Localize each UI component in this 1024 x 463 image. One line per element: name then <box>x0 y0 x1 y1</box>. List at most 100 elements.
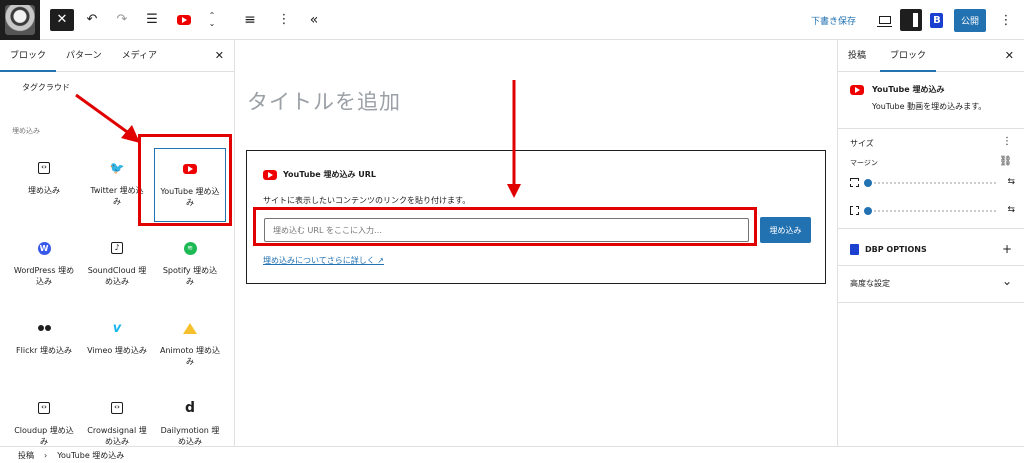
laptop-icon <box>876 16 892 27</box>
settings-tabs: 投稿 ブロック ✕ <box>838 40 1024 72</box>
spotify-icon: ≋ <box>183 241 197 255</box>
toolbar-right: 下書き保存 B 公開 ⋮ <box>811 0 1024 40</box>
move-block-button[interactable]: ⌃ ⌄ <box>200 6 224 34</box>
block-card-description: YouTube 動画を埋め込みます。 <box>872 102 987 111</box>
divider <box>838 128 1024 129</box>
block-item-animoto[interactable]: Animoto 埋め込み <box>154 308 226 382</box>
block-item-label: Vimeo 埋め込み <box>87 346 147 355</box>
close-icon[interactable]: ✕ <box>215 49 224 62</box>
highlight-url-input <box>253 207 757 246</box>
block-item-label: WordPress 埋め込み <box>13 266 75 286</box>
block-item-soundcloud[interactable]: ♪ SoundCloud 埋め込み <box>81 228 153 302</box>
block-type-button[interactable] <box>172 6 196 34</box>
dbp-expand-icon[interactable]: + <box>1002 242 1012 256</box>
sidebar-icon <box>899 9 922 31</box>
embed-button[interactable]: 埋め込み <box>760 217 811 243</box>
undo-button[interactable]: ↶ <box>80 6 104 34</box>
top-toolbar: ✕ ↶ ↷ ☰ ⌃ ⌄ ≡ ⋮ « 下書き保存 B 公開 ⋮ <box>0 0 1024 40</box>
cloudup-icon: ‹› <box>38 402 50 414</box>
highlight-youtube-block <box>138 134 232 226</box>
dbp-options-title: DBP OPTIONS <box>865 245 927 254</box>
block-item-embed[interactable]: ‹› 埋め込み <box>8 148 80 222</box>
block-item-spotify[interactable]: ≋ Spotify 埋め込み <box>154 228 226 302</box>
redo-button[interactable]: ↷ <box>110 6 134 34</box>
tab-post[interactable]: 投稿 <box>838 40 876 72</box>
block-item-label: Cloudup 埋め込み <box>14 426 74 446</box>
divider <box>838 228 1024 229</box>
tab-media[interactable]: メディア <box>112 40 167 72</box>
divider <box>838 265 1024 266</box>
block-item-tag-cloud[interactable]: タグクラウド <box>22 82 70 93</box>
crowdsignal-icon: ‹› <box>111 402 123 414</box>
custom-value-icon[interactable]: ⇆ <box>1007 205 1015 215</box>
margin-top-icon <box>850 178 859 187</box>
preview-button[interactable] <box>874 9 896 31</box>
close-inserter-button[interactable]: ✕ <box>50 8 74 31</box>
block-item-label: SoundCloud 埋め込み <box>87 266 147 286</box>
custom-value-icon[interactable]: ⇆ <box>1007 177 1015 187</box>
dailymotion-icon: d <box>184 399 196 416</box>
slider-track <box>866 182 996 184</box>
size-options-button[interactable]: ⋮ <box>1002 136 1012 147</box>
breadcrumb: 投稿 › YouTube 埋め込み <box>0 446 1024 463</box>
chevron-down-icon[interactable]: ⌄ <box>1002 274 1012 288</box>
settings-sidebar: 投稿 ブロック ✕ YouTube 埋め込み YouTube 動画を埋め込みます… <box>837 40 1024 446</box>
margin-label: マージン <box>850 159 878 167</box>
close-icon[interactable]: ✕ <box>1005 49 1014 62</box>
margin-sides-slider[interactable]: ⇆ <box>850 205 1015 217</box>
options-button[interactable]: ⋮ <box>994 6 1018 34</box>
block-card-title: YouTube 埋め込み <box>872 85 945 94</box>
youtube-icon <box>850 85 864 95</box>
block-item-label: Crowdsignal 埋め込み <box>87 426 147 446</box>
category-title: 埋め込み <box>12 127 40 135</box>
slider-thumb[interactable] <box>864 207 872 215</box>
block-item-wordpress[interactable]: W WordPress 埋め込み <box>8 228 80 302</box>
publish-button[interactable]: 公開 <box>953 8 986 32</box>
block-item-label: Spotify 埋め込み <box>162 266 218 286</box>
blocks-plugin-button[interactable]: B <box>926 9 948 31</box>
block-item-flickr[interactable]: Flickr 埋め込み <box>8 308 80 382</box>
settings-toggle-button[interactable] <box>899 9 922 31</box>
size-panel-title: サイズ <box>850 139 874 148</box>
advanced-panel-title[interactable]: 高度な設定 <box>850 278 890 289</box>
embed-heading-label: YouTube 埋め込み URL <box>283 170 376 179</box>
block-inserter-panel: ブロック パターン メディア ✕ タグクラウド 埋め込み ‹› 埋め込み 🐦 T… <box>0 40 235 446</box>
soundcloud-icon: ♪ <box>111 242 123 254</box>
vimeo-icon: v <box>112 320 122 336</box>
dbp-options-panel[interactable]: DBP OPTIONS <box>850 244 927 255</box>
block-item-label: Dailymotion 埋め込み <box>160 426 220 446</box>
block-item-label: Flickr 埋め込み <box>16 346 72 355</box>
breadcrumb-item-block[interactable]: YouTube 埋め込み <box>57 450 124 461</box>
margin-top-slider[interactable]: ⇆ <box>850 177 1015 189</box>
embed-heading: YouTube 埋め込み URL <box>263 169 376 180</box>
post-title-input[interactable]: タイトルを追加 <box>247 86 401 116</box>
align-button[interactable]: ≡ <box>238 6 262 34</box>
site-avatar-icon <box>5 4 35 35</box>
embed-description: サイトに表示したいコンテンツのリンクを貼り付けます。 <box>263 196 471 205</box>
collapse-toolbar-button[interactable]: « <box>302 6 326 34</box>
learn-more-link[interactable]: 埋め込みについてさらに詳しく ↗ <box>263 255 384 266</box>
block-item-vimeo[interactable]: v Vimeo 埋め込み <box>81 308 153 382</box>
site-logo[interactable] <box>0 0 40 40</box>
inserter-tabs: ブロック パターン メディア ✕ <box>0 40 234 72</box>
tab-patterns[interactable]: パターン <box>56 40 112 72</box>
margin-left-icon <box>850 206 859 215</box>
twitter-icon: 🐦 <box>109 160 125 175</box>
tab-block[interactable]: ブロック <box>880 40 937 72</box>
breadcrumb-separator: › <box>44 450 48 460</box>
slider-thumb[interactable] <box>864 179 872 187</box>
link-sides-icon[interactable]: ⛓ <box>999 156 1012 167</box>
save-draft-button[interactable]: 下書き保存 <box>811 14 856 27</box>
divider <box>838 302 1024 303</box>
wordpress-icon: W <box>37 241 51 255</box>
youtube-icon <box>177 14 191 25</box>
tab-blocks[interactable]: ブロック <box>0 40 57 72</box>
animoto-icon <box>183 322 197 334</box>
plugin-b-icon: B <box>930 12 944 28</box>
embed-icon: ‹› <box>38 162 50 174</box>
block-item-label: 埋め込み <box>28 186 60 195</box>
breadcrumb-item-post[interactable]: 投稿 <box>18 450 34 461</box>
dbp-icon <box>850 244 859 255</box>
document-overview-button[interactable]: ☰ <box>140 6 164 34</box>
block-options-button[interactable]: ⋮ <box>272 6 296 34</box>
